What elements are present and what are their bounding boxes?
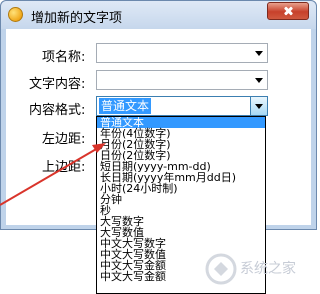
watermark: 系统之家 bbox=[204, 248, 316, 288]
annotation-arrow-shaft bbox=[0, 147, 99, 206]
annotation-arrow-head bbox=[92, 143, 106, 153]
watermark-logo-icon bbox=[205, 253, 237, 285]
watermark-text: 系统之家 bbox=[240, 261, 296, 277]
